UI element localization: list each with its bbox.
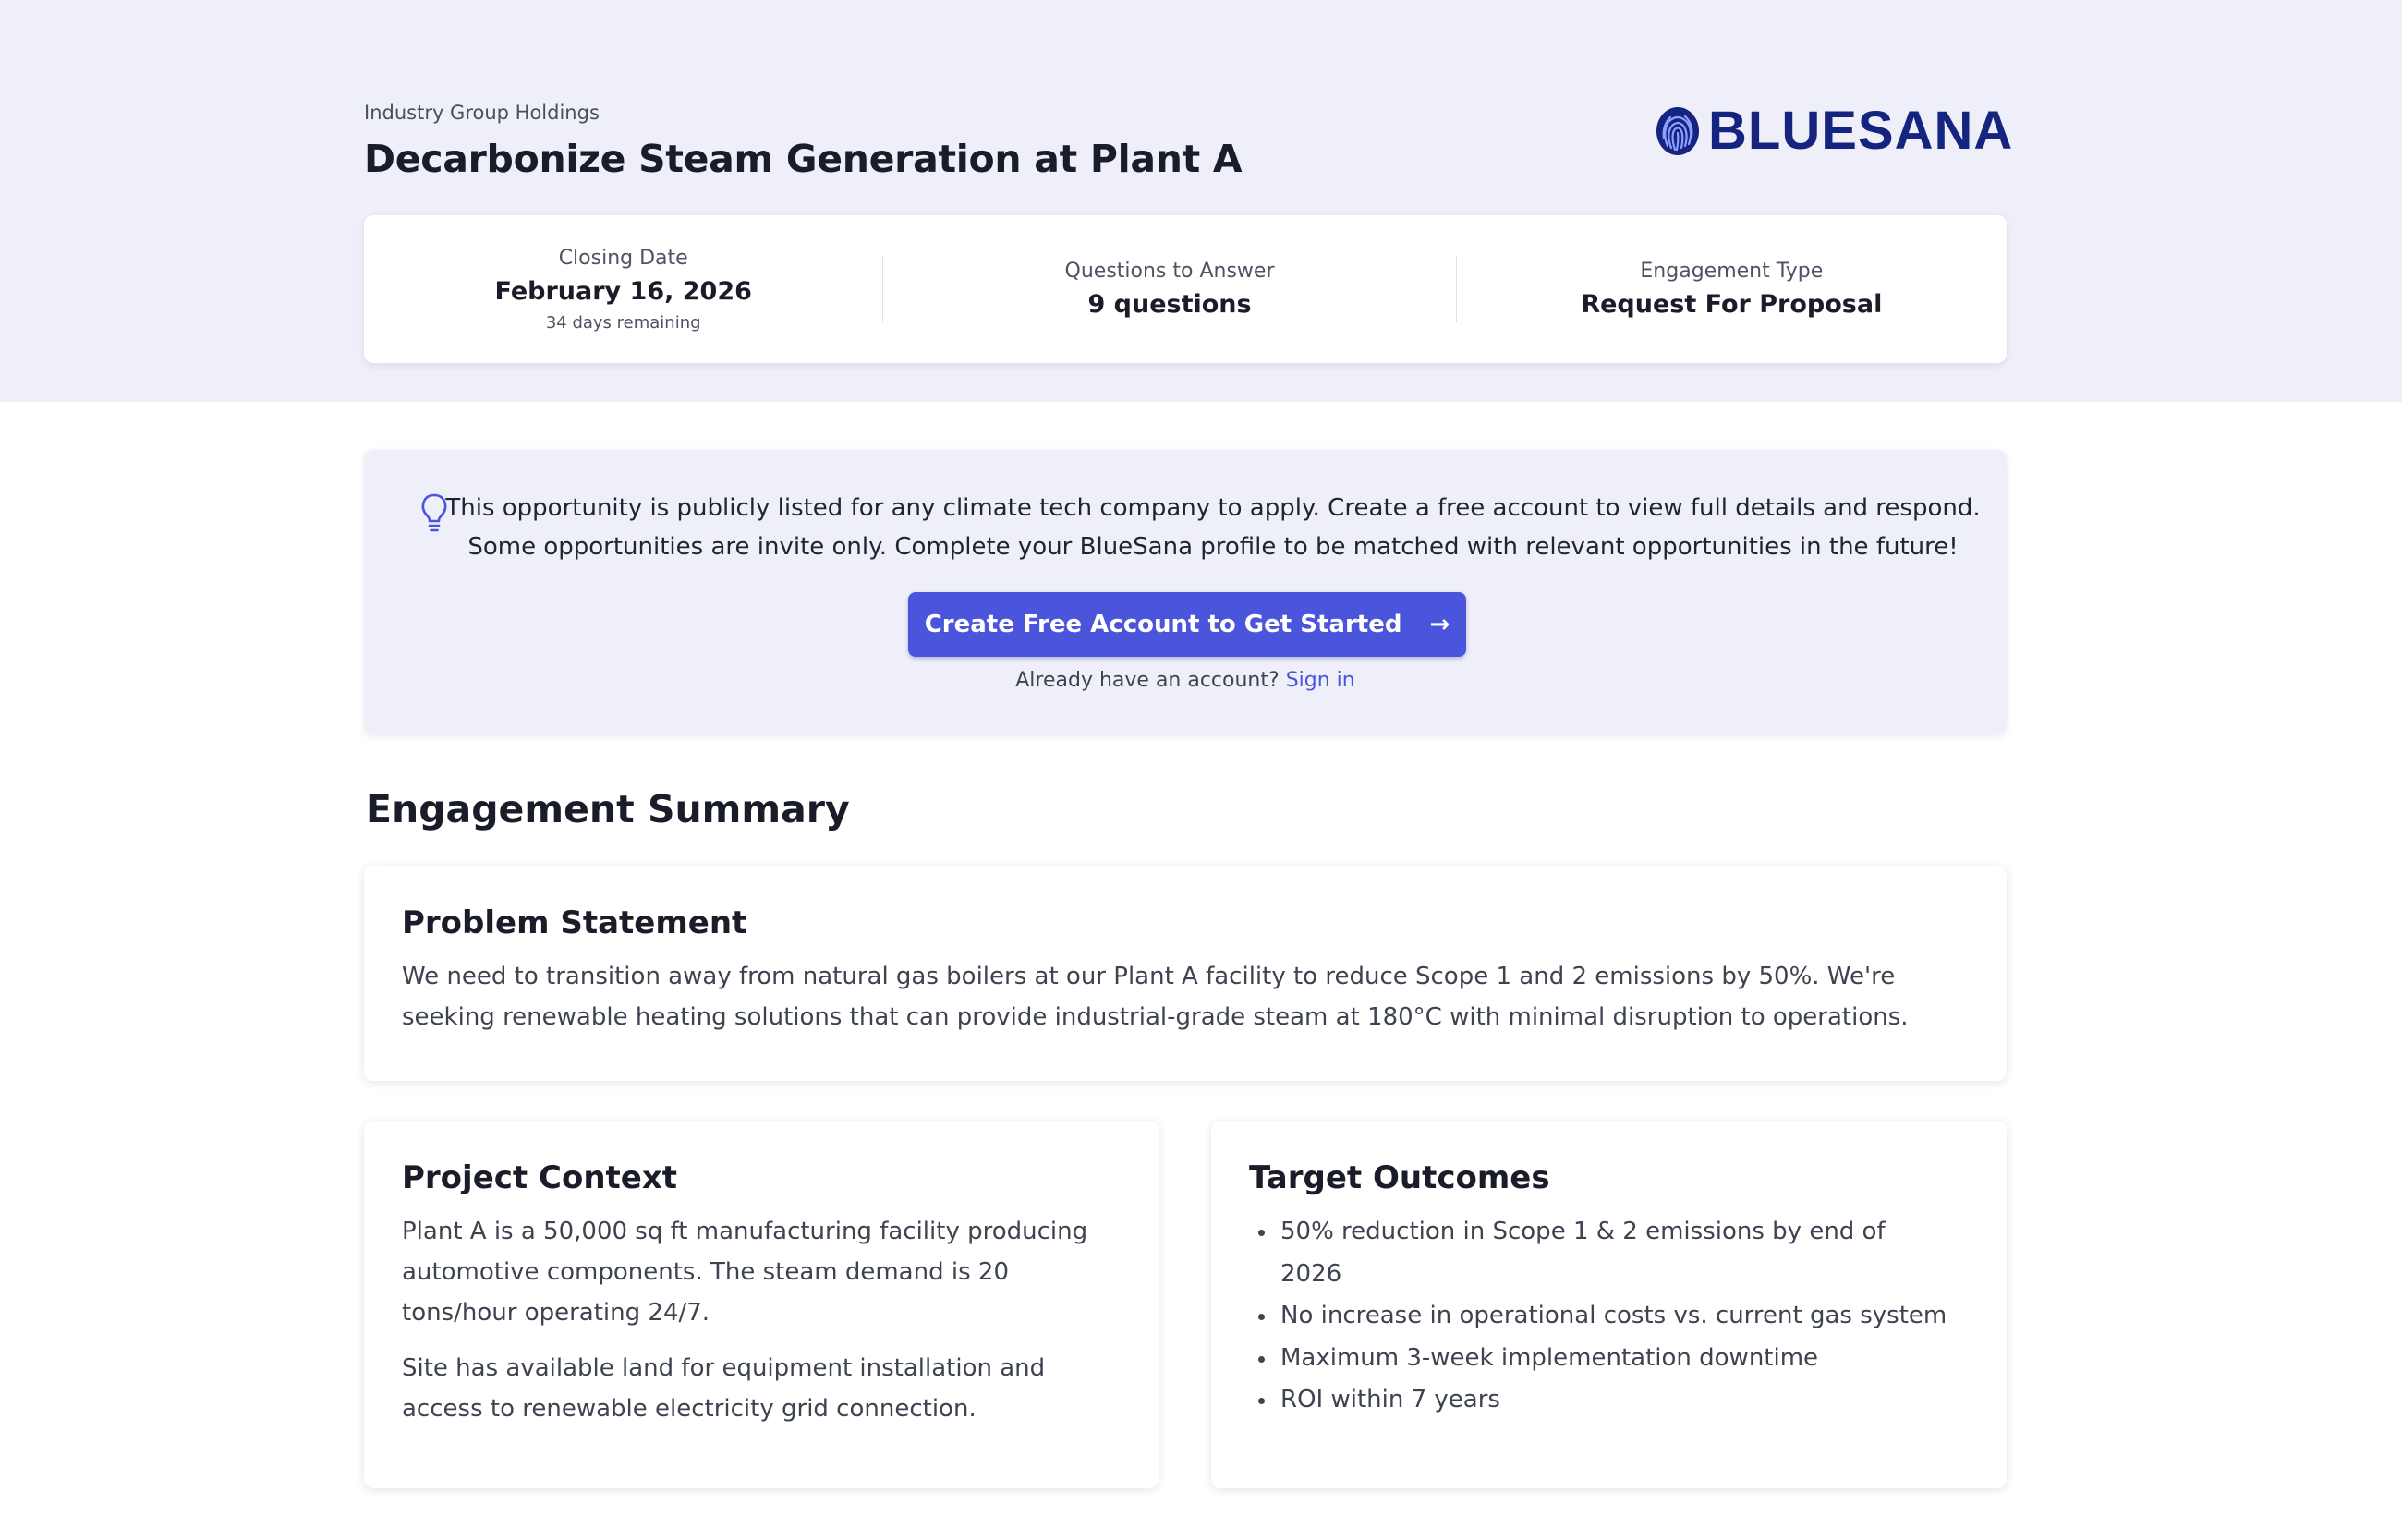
card-title: Problem Statement [402,904,747,941]
stat-questions: Questions to Answer 9 questions [883,215,1455,363]
create-account-label: Create Free Account to Get Started [924,611,1402,638]
stat-engagement-type: Engagement Type Request For Proposal [1457,215,2007,363]
bluesana-logo[interactable]: BLUESANA [1655,103,2013,159]
engagement-summary-title: Engagement Summary [366,787,850,831]
notice-message: This opportunity is publicly listed for … [364,489,2007,566]
page-title: Decarbonize Steam Generation at Plant A [364,137,1243,181]
card-title: Target Outcomes [1249,1159,1550,1196]
stat-label: Questions to Answer [1064,260,1275,283]
organization-name: Industry Group Holdings [364,102,600,124]
context-paragraph: Site has available land for equipment in… [402,1354,1046,1423]
stat-label: Closing Date [558,246,688,270]
card-body: We need to transition away from natural … [402,956,1951,1037]
stat-value: Request For Proposal [1581,290,1883,319]
list-item: No increase in operational costs vs. cur… [1249,1295,1951,1338]
list-item: Maximum 3-week implementation downtime [1249,1338,1951,1380]
problem-statement-card: Problem Statement We need to transition … [364,866,2007,1081]
card-body: 50% reduction in Scope 1 & 2 emissions b… [1249,1211,1951,1422]
sign-in-link[interactable]: Sign in [1286,669,1355,692]
notice-line-2: Some opportunities are invite only. Comp… [467,533,1959,561]
fingerprint-icon [1656,107,1699,155]
days-remaining: 34 days remaining [545,312,701,333]
signin-row: Already have an account? Sign in [364,669,2007,692]
stat-closing-date: Closing Date February 16, 2026 34 days r… [364,215,882,363]
stat-label: Engagement Type [1640,260,1824,283]
project-context-card: Project Context Plant A is a 50,000 sq f… [364,1121,1159,1488]
stat-value: February 16, 2026 [494,276,752,306]
card-title: Project Context [402,1159,678,1196]
stat-value: 9 questions [1087,290,1252,319]
context-paragraph: Plant A is a 50,000 sq ft manufacturing … [402,1218,1088,1327]
card-body: Plant A is a 50,000 sq ft manufacturing … [402,1211,1103,1429]
signin-prompt: Already have an account? [1015,669,1280,692]
arrow-right-icon: → [1429,611,1450,638]
problem-text: We need to transition away from natural … [402,963,1909,1031]
public-listing-notice: This opportunity is publicly listed for … [364,450,2007,734]
notice-line-1: This opportunity is publicly listed for … [445,494,1981,522]
list-item: 50% reduction in Scope 1 & 2 emissions b… [1249,1211,1951,1295]
target-outcomes-card: Target Outcomes 50% reduction in Scope 1… [1211,1121,2007,1488]
outcomes-list: 50% reduction in Scope 1 & 2 emissions b… [1249,1211,1951,1422]
stats-card: Closing Date February 16, 2026 34 days r… [364,215,2007,363]
logo-wordmark: BLUESANA [1708,101,2014,161]
create-account-button[interactable]: Create Free Account to Get Started → [908,592,1466,657]
list-item: ROI within 7 years [1249,1379,1951,1422]
hero-header: Industry Group Holdings Decarbonize Stea… [0,0,2402,402]
